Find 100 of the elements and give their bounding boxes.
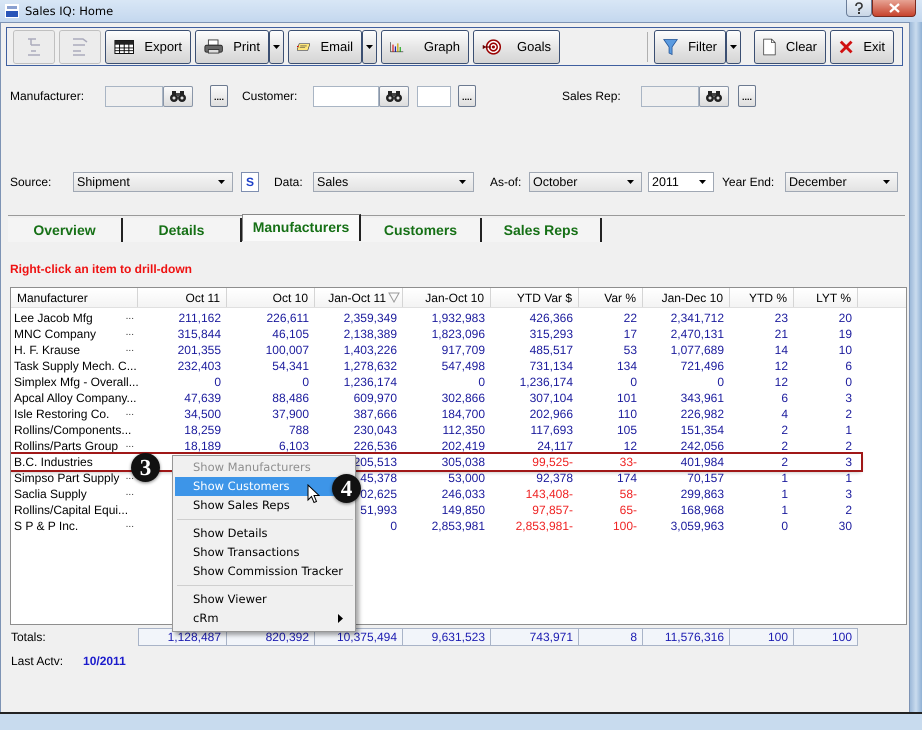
table-cell: 23 bbox=[774, 311, 788, 325]
table-cell: 1,932,983 bbox=[432, 311, 485, 325]
table-cell: 65- bbox=[620, 503, 637, 517]
table-cell: 307,104 bbox=[530, 391, 573, 405]
table-cell: 12 bbox=[774, 359, 788, 373]
table-cell: 18,189 bbox=[184, 439, 221, 453]
total-cell: 100 bbox=[794, 628, 858, 646]
table-cell: 6 bbox=[845, 359, 852, 373]
table-cell: 3,059,963 bbox=[670, 519, 724, 533]
table-cell: 3 bbox=[845, 455, 852, 469]
table-cell: 51,993 bbox=[360, 503, 397, 517]
last-activity-value: 10/2011 bbox=[83, 654, 126, 668]
table-cell: 387,666 bbox=[354, 407, 397, 421]
table-cell: Rollins/Parts Group bbox=[14, 439, 118, 453]
table-cell: 1 bbox=[781, 503, 788, 517]
table-cell: MNC Company bbox=[14, 327, 96, 341]
table-cell: 305,038 bbox=[442, 455, 485, 469]
table-cell: 242,056 bbox=[680, 439, 724, 453]
table-cell: 92,378 bbox=[536, 471, 573, 485]
table-cell: 6 bbox=[781, 391, 788, 405]
table-cell: 45,378 bbox=[360, 471, 397, 485]
table-cell: H. F. Krause bbox=[14, 343, 80, 357]
table-cell: 58- bbox=[620, 487, 637, 501]
table-cell: 1 bbox=[845, 471, 852, 485]
table-cell: 401,984 bbox=[680, 455, 724, 469]
table-cell: 12 bbox=[774, 375, 788, 389]
table-cell: Isle Restoring Co. bbox=[14, 407, 110, 421]
table-cell: Lee Jacob Mfg bbox=[14, 311, 93, 325]
table-cell: 3 bbox=[845, 391, 852, 405]
table-cell: 30 bbox=[838, 519, 852, 533]
table-cell: 151,354 bbox=[680, 423, 724, 437]
table-cell: 547,498 bbox=[442, 359, 485, 373]
table-cell: 17 bbox=[624, 327, 637, 341]
table-cell: 99,525- bbox=[532, 455, 573, 469]
table-cell: 14 bbox=[774, 343, 788, 357]
field-label: Manufacturer: bbox=[10, 89, 86, 103]
field-label: Customer: bbox=[242, 89, 298, 103]
table-cell: 1,236,174 bbox=[520, 375, 573, 389]
total-cell: 9,631,523 bbox=[403, 628, 491, 646]
table-cell: 174 bbox=[616, 471, 637, 485]
table-cell: 2 bbox=[845, 503, 852, 517]
table-cell: 184,700 bbox=[442, 407, 485, 421]
table-cell: 22 bbox=[624, 311, 637, 325]
field-label: As-of: bbox=[490, 175, 522, 189]
table-cell: Simplex Mfg - Overall... bbox=[14, 375, 139, 389]
table-cell: 917,709 bbox=[442, 343, 485, 357]
table-cell: 37,900 bbox=[272, 407, 309, 421]
table-cell: 0 bbox=[717, 375, 724, 389]
table-cell: 70,157 bbox=[687, 471, 724, 485]
table-cell: 2,341,712 bbox=[670, 311, 724, 325]
table-cell: 2 bbox=[781, 439, 788, 453]
hint-text: Right-click an item to drill-down bbox=[10, 262, 194, 277]
table-cell: 721,496 bbox=[680, 359, 724, 373]
table-cell: 19 bbox=[838, 327, 852, 341]
total-cell: 11,576,316 bbox=[643, 628, 730, 646]
table-cell: 0 bbox=[390, 519, 397, 533]
table-cell: 232,403 bbox=[178, 359, 221, 373]
table-cell: 101 bbox=[616, 391, 637, 405]
table-cell: 2,138,389 bbox=[344, 327, 397, 341]
table-cell: 149,850 bbox=[442, 503, 485, 517]
table-cell: 302,866 bbox=[442, 391, 485, 405]
field-label: Data: bbox=[274, 175, 304, 189]
table-cell: 134 bbox=[616, 359, 637, 373]
table-cell: 226,982 bbox=[680, 407, 724, 421]
field-label: Source: bbox=[10, 175, 52, 189]
table-cell: 1,077,689 bbox=[670, 343, 724, 357]
table-cell: 1 bbox=[845, 423, 852, 437]
table-cell: 168,968 bbox=[680, 503, 724, 517]
table-cell: 0 bbox=[630, 375, 637, 389]
table-cell: 21 bbox=[774, 327, 788, 341]
table-cell: 2,853,981- bbox=[516, 519, 573, 533]
table-cell: 788 bbox=[288, 423, 309, 437]
table-cell: 299,863 bbox=[680, 487, 724, 501]
table-cell: 34,500 bbox=[184, 407, 221, 421]
table-cell: 54,341 bbox=[272, 359, 309, 373]
table-cell: 24,117 bbox=[537, 439, 573, 453]
table-cell: 2 bbox=[845, 407, 852, 421]
table-cell: Saclia Supply bbox=[14, 487, 87, 501]
total-cell: 100 bbox=[730, 628, 794, 646]
last-activity-label: Last Actv: bbox=[11, 654, 64, 668]
table-cell: 0 bbox=[845, 375, 852, 389]
table-cell: 202,419 bbox=[442, 439, 485, 453]
table-cell: 53 bbox=[624, 343, 637, 357]
table-cell: 02,625 bbox=[360, 487, 397, 501]
table-cell: 53,000 bbox=[448, 471, 485, 485]
table-cell: 246,033 bbox=[442, 487, 485, 501]
table-cell: 1,236,174 bbox=[344, 375, 397, 389]
total-cell: 743,971 bbox=[491, 628, 579, 646]
table-cell: 110 bbox=[618, 407, 637, 421]
table-cell: 2,853,981 bbox=[432, 519, 485, 533]
table-cell: 202,966 bbox=[530, 407, 573, 421]
table-cell: 1,823,096 bbox=[432, 327, 485, 341]
table-cell: 3 bbox=[845, 487, 852, 501]
table-cell: 485,517 bbox=[530, 343, 573, 357]
table-cell: 100- bbox=[612, 519, 637, 533]
table-cell: 112,350 bbox=[442, 423, 485, 437]
table-cell: S P & P Inc. bbox=[14, 519, 78, 533]
table-cell: Task Supply Mech. C... bbox=[14, 359, 137, 373]
window-title: Sales IQ: Home bbox=[25, 4, 114, 18]
table-cell: Simpso Part Supply bbox=[14, 471, 120, 485]
